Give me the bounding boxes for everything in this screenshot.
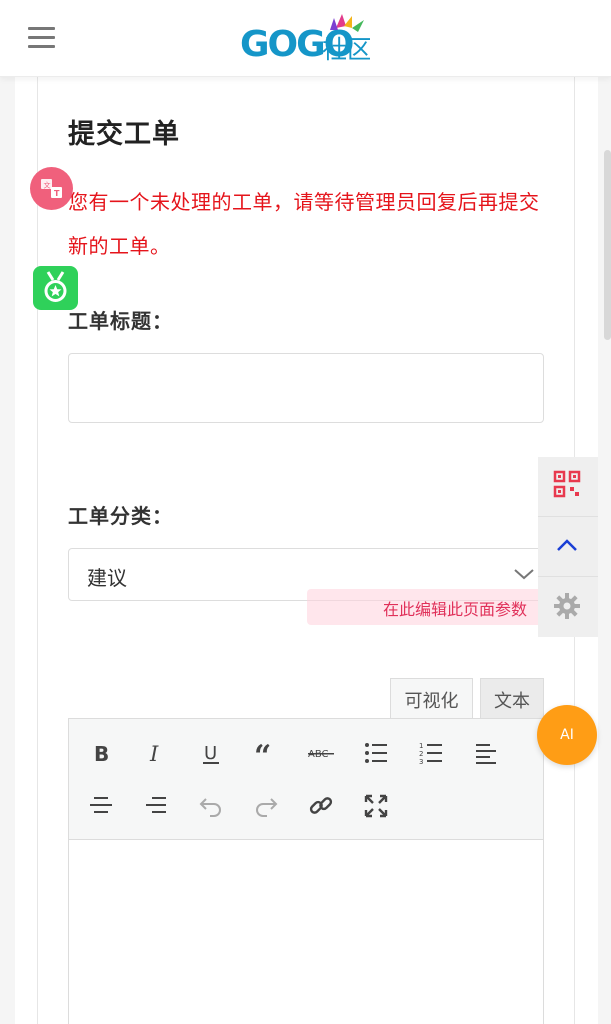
bullet-list-icon[interactable]: [356, 733, 396, 773]
align-right-icon[interactable]: [136, 786, 176, 826]
category-selected-value: 建议: [87, 566, 127, 590]
svg-text:3: 3: [419, 758, 423, 766]
align-left-icon[interactable]: [466, 733, 506, 773]
gear-icon[interactable]: [552, 591, 582, 621]
strikethrough-icon[interactable]: ABC: [301, 733, 341, 773]
tab-text[interactable]: 文本: [480, 678, 544, 720]
card-border-left: [37, 77, 38, 1024]
fullscreen-icon[interactable]: [356, 786, 396, 826]
editor-toolbar: B I U “ ABC 1 2 3: [69, 719, 543, 840]
underline-icon[interactable]: U: [191, 733, 231, 773]
back-to-top-icon[interactable]: [552, 531, 582, 561]
svg-text:文: 文: [44, 181, 51, 190]
svg-text:B: B: [94, 742, 109, 766]
svg-text:I: I: [149, 742, 159, 766]
side-float-panel: [538, 457, 598, 637]
pending-ticket-notice: 您有一个未处理的工单，请等待管理员回复后再提交新的工单。: [68, 190, 540, 258]
ticket-category-label: 工单分类：: [68, 504, 173, 528]
qr-code-icon[interactable]: [552, 469, 582, 499]
redo-icon[interactable]: [246, 786, 286, 826]
svg-text:“: “: [254, 740, 271, 766]
tab-visual[interactable]: 可视化: [390, 678, 473, 720]
menu-icon[interactable]: [28, 27, 55, 49]
numbered-list-icon[interactable]: 1 2 3: [411, 733, 451, 773]
svg-text:2: 2: [419, 750, 423, 758]
ticket-title-label: 工单标题：: [68, 309, 173, 333]
ai-assistant-button[interactable]: AI: [537, 705, 597, 765]
svg-text:社区: 社区: [322, 35, 370, 64]
link-icon[interactable]: [301, 786, 341, 826]
rich-text-editor[interactable]: B I U “ ABC 1 2 3: [68, 718, 544, 1024]
align-center-icon[interactable]: [81, 786, 121, 826]
edit-page-params-hint[interactable]: 在此编辑此页面参数: [307, 589, 553, 625]
svg-text:T: T: [54, 189, 60, 198]
site-logo[interactable]: GOGO 社区: [240, 12, 372, 66]
medal-icon[interactable]: [33, 266, 78, 310]
chevron-down-icon: [514, 569, 534, 580]
bold-icon[interactable]: B: [81, 733, 121, 773]
translate-icon[interactable]: 文 T: [30, 167, 73, 210]
undo-icon[interactable]: [191, 786, 231, 826]
page-title: 提交工单: [68, 119, 180, 150]
svg-text:U: U: [204, 743, 217, 764]
ticket-title-input[interactable]: [68, 353, 544, 423]
italic-icon[interactable]: I: [136, 733, 176, 773]
top-header: GOGO 社区: [0, 0, 611, 77]
scrollbar[interactable]: [604, 150, 611, 340]
svg-text:1: 1: [419, 742, 423, 750]
blockquote-icon[interactable]: “: [246, 733, 286, 773]
